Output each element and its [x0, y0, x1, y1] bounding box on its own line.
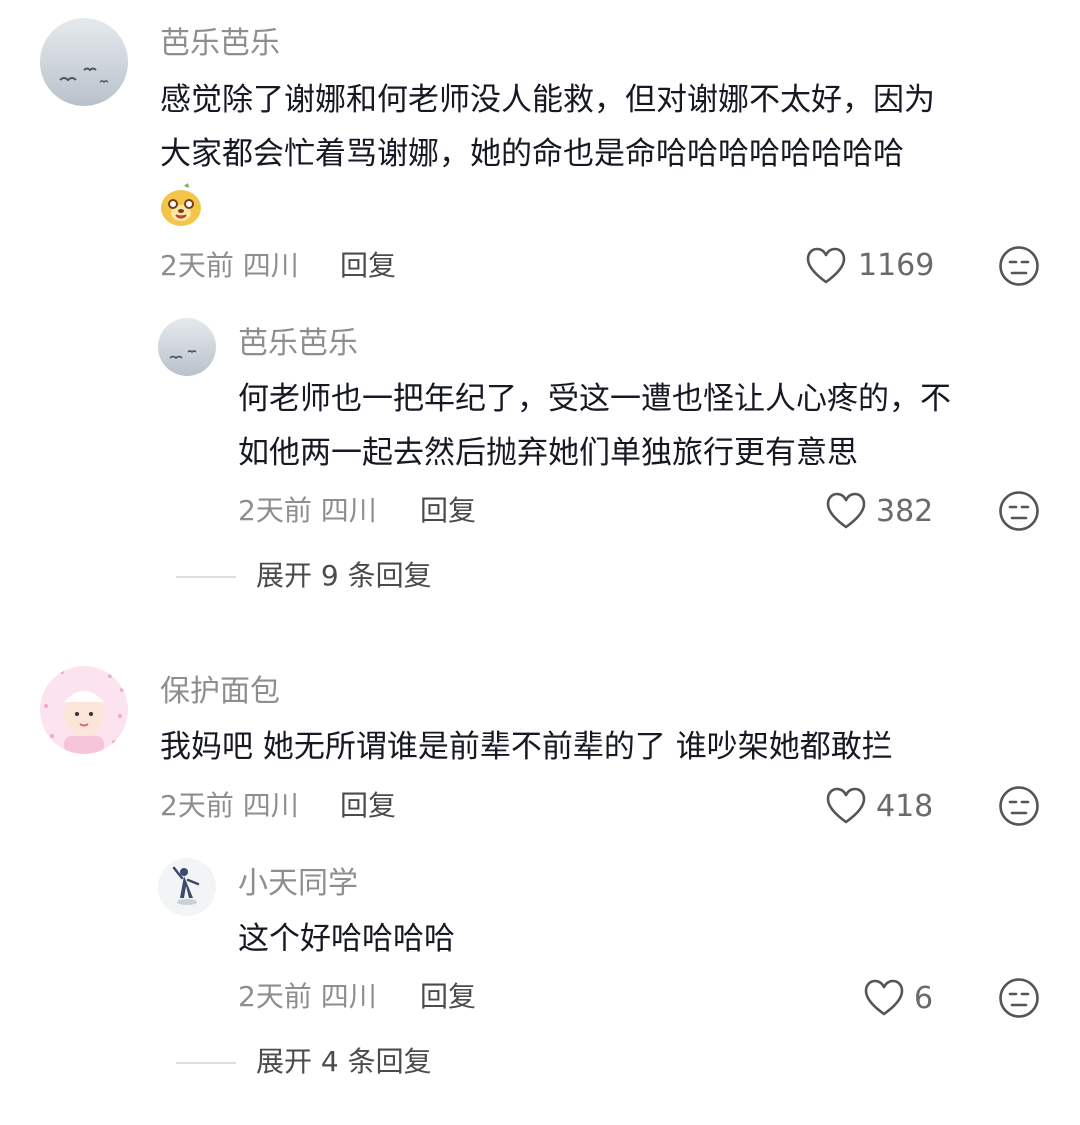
- like-count: 1169: [858, 248, 935, 283]
- expand-divider: [176, 1062, 236, 1064]
- avatar[interactable]: [40, 666, 128, 754]
- username[interactable]: 芭乐芭乐: [238, 324, 358, 364]
- avatar[interactable]: [158, 318, 216, 376]
- comment-meta: 2天前 四川: [160, 789, 299, 822]
- expand-replies-button[interactable]: 展开 4 条回复: [256, 1042, 432, 1082]
- comment-text: 何老师也一把年纪了，受这一遭也怪让人心疼的，不: [238, 381, 951, 417]
- meh-face-icon[interactable]: [998, 785, 1040, 827]
- comment-meta: 2天前 四川: [160, 249, 299, 282]
- avatar[interactable]: [158, 858, 216, 916]
- comment-text: 我妈吧 她无所谓谁是前辈不前辈的了 谁吵架她都敢拦: [160, 729, 893, 765]
- reply-button[interactable]: 回复: [420, 977, 476, 1017]
- doge-emoji-icon: [158, 182, 204, 228]
- meh-face-icon[interactable]: [998, 977, 1040, 1019]
- comment-meta: 2天前 四川: [238, 980, 377, 1013]
- comment-meta: 2天前 四川: [238, 494, 377, 527]
- meh-face-icon[interactable]: [998, 245, 1040, 287]
- username[interactable]: 芭乐芭乐: [160, 24, 280, 64]
- reply-button[interactable]: 回复: [340, 786, 396, 826]
- heart-outline-icon[interactable]: [806, 247, 846, 285]
- username[interactable]: 小天同学: [238, 864, 358, 904]
- username[interactable]: 保护面包: [160, 672, 280, 712]
- comment-text: 如他两一起去然后抛弃她们单独旅行更有意思: [238, 435, 858, 471]
- comment-text: 感觉除了谢娜和何老师没人能救，但对谢娜不太好，因为: [160, 82, 935, 118]
- reply-button[interactable]: 回复: [420, 491, 476, 531]
- meh-face-icon[interactable]: [998, 490, 1040, 532]
- like-count: 418: [876, 789, 934, 824]
- reply-button[interactable]: 回复: [340, 246, 396, 286]
- comment-text: 这个好哈哈哈哈: [238, 921, 455, 957]
- comment-text: 大家都会忙着骂谢娜，她的命也是命哈哈哈哈哈哈哈哈: [160, 136, 904, 172]
- heart-outline-icon[interactable]: [826, 492, 866, 530]
- heart-outline-icon[interactable]: [826, 787, 866, 825]
- expand-replies-button[interactable]: 展开 9 条回复: [256, 556, 432, 596]
- expand-divider: [176, 576, 236, 578]
- like-count: 382: [876, 494, 934, 529]
- like-count: 6: [914, 981, 934, 1016]
- heart-outline-icon[interactable]: [864, 979, 904, 1017]
- avatar[interactable]: [40, 18, 128, 106]
